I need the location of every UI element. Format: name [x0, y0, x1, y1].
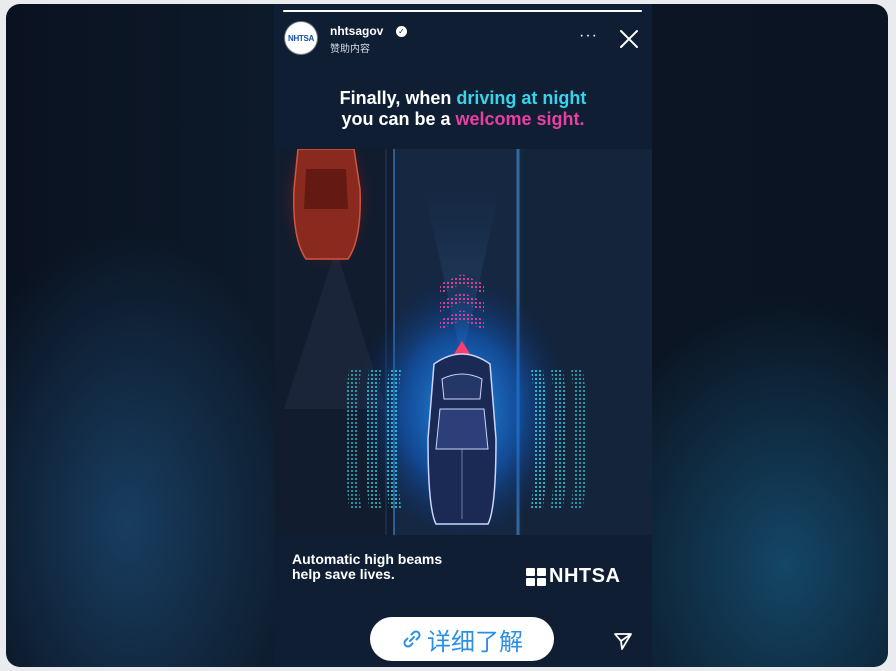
blue-car-shape — [427, 353, 497, 525]
night-road-illustration — [274, 149, 652, 535]
ad-headline: Finally, when driving at night you can b… — [274, 88, 652, 130]
link-icon — [403, 630, 421, 648]
verified-badge-icon: ✓ — [396, 26, 407, 37]
avatar-logo-text: NHTSA — [287, 33, 315, 43]
headline-line2-text: you can be a — [341, 109, 456, 129]
red-car-shape — [293, 149, 361, 260]
headline-line1-text: Finally, when — [339, 88, 457, 108]
brand-logo: NHTSA — [526, 565, 620, 588]
story-header: NHTSA nhtsagov ✓ 赞助内容 ··· — [274, 16, 652, 62]
ad-tagline: Automatic high beams help save lives. — [292, 552, 442, 582]
proximity-waves-right — [531, 369, 587, 509]
story-progress-fill — [283, 10, 642, 12]
story-card[interactable]: NHTSA nhtsagov ✓ 赞助内容 ··· Finally, when … — [274, 4, 652, 667]
story-progress-bar — [283, 10, 642, 12]
brand-logo-icon — [526, 567, 546, 586]
headline-line2-highlight: welcome sight. — [455, 109, 585, 129]
avatar[interactable]: NHTSA — [285, 22, 317, 54]
proximity-waves-left — [345, 369, 401, 509]
tagline-line-2: help save lives. — [292, 566, 395, 582]
brand-logo-text: NHTSA — [549, 565, 621, 587]
learn-more-label: 详细了解 — [427, 627, 523, 656]
close-icon[interactable] — [618, 28, 640, 50]
send-icon[interactable] — [612, 630, 634, 652]
tagline-line-1: Automatic high beams — [292, 551, 443, 567]
headline-line1-highlight: driving at night — [456, 88, 587, 108]
account-username[interactable]: nhtsagov — [330, 24, 383, 38]
learn-more-button[interactable]: 详细了解 — [370, 617, 554, 661]
sponsored-label: 赞助内容 — [330, 44, 370, 55]
story-viewer: NHTSA nhtsagov ✓ 赞助内容 ··· Finally, when … — [6, 4, 888, 667]
more-options-button[interactable]: ··· — [579, 28, 598, 44]
